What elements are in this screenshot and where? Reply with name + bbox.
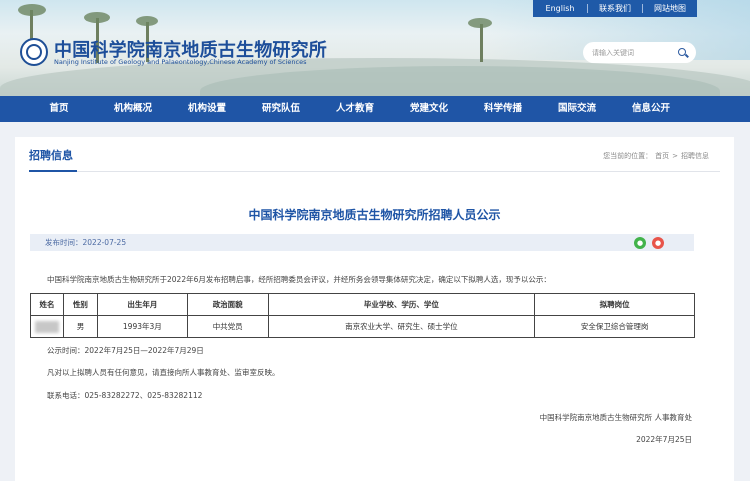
header-gender: 性别 [62,293,98,316]
search-input[interactable] [592,48,676,57]
cell-gender: 男 [62,315,98,338]
sign-date: 2022年7月25日 [636,435,692,444]
nav-item-structure[interactable]: 机构设置 [170,96,244,122]
nav-item-disclosure[interactable]: 信息公开 [614,96,688,122]
weibo-share-icon[interactable]: ● [652,237,664,249]
table-header-row: 姓名 性别 出生年月 政治面貌 毕业学校、学历、学位 拟聘岗位 [30,293,695,316]
cell-politics: 中共党员 [186,315,269,338]
publish-date: 发布时间：2022-07-25 [45,238,127,247]
nav-item-party[interactable]: 党建文化 [392,96,466,122]
header-birth: 出生年月 [96,293,188,316]
nav-item-outreach[interactable]: 科学传播 [466,96,540,122]
section-title: 招聘信息 [29,149,73,162]
contact-us-link[interactable]: 联系我们 [588,0,642,17]
intro-paragraph: 中国科学院南京地质古生物研究所于2022年6月发布招聘启事，经所招聘委员会评议，… [47,275,551,284]
nav-item-education[interactable]: 人才教育 [318,96,392,122]
cell-education: 南京农业大学、研究生、硕士学位 [267,315,536,338]
banner-frond [136,16,158,26]
notice-paragraph: 凡对以上拟聘人员有任何意见，请直接向所人事教育处、监审室反映。 [47,368,280,377]
table-row: 男 1993年3月 中共党员 南京农业大学、研究生、硕士学位 安全保卫综合管理岗 [30,315,695,338]
banner-frond [84,12,110,23]
sitemap-link[interactable]: 网站地图 [643,0,697,17]
breadcrumb: 您当前的位置： 首页 > 招聘信息 [600,151,709,161]
contact-paragraph: 联系电话：025-83282272、025-83282112 [47,391,203,400]
search-icon[interactable] [676,46,690,60]
header-politics: 政治面貌 [186,293,269,316]
cell-birth: 1993年3月 [96,315,188,338]
cell-position: 安全保卫综合管理岗 [534,315,695,338]
breadcrumb-home[interactable]: 首页 [655,152,669,160]
wechat-share-icon[interactable]: ● [634,237,646,249]
site-subtitle: Nanjing Institute of Geology and Palaeon… [54,58,307,66]
english-link[interactable]: English [533,0,587,17]
candidate-table: 姓名 性别 出生年月 政治面貌 毕业学校、学历、学位 拟聘岗位 男 1993年3… [30,293,695,338]
nav-item-home[interactable]: 首页 [22,96,96,122]
section-title-underline [29,170,77,172]
period-paragraph: 公示时间：2022年7月25日—2022年7月29日 [47,346,204,355]
signature: 中国科学院南京地质古生物研究所 人事教育处 [539,413,692,422]
nav-item-overview[interactable]: 机构概况 [96,96,170,122]
header-education: 毕业学校、学历、学位 [267,293,536,316]
main-nav: 首页 机构概况 机构设置 研究队伍 人才教育 党建文化 科学传播 国际交流 信息… [0,96,750,122]
header-name: 姓名 [30,293,64,316]
header-position: 拟聘岗位 [534,293,695,316]
banner-frond [18,4,46,16]
section-divider [29,171,720,172]
logo-emblem [26,44,42,60]
redacted-name [34,320,59,333]
nav-item-international[interactable]: 国际交流 [540,96,614,122]
institute-logo[interactable] [20,38,48,66]
banner-tree [480,24,483,62]
breadcrumb-prefix: 您当前的位置： [603,152,653,160]
cell-name [30,315,64,338]
search-box [583,42,696,63]
nav-item-research-team[interactable]: 研究队伍 [244,96,318,122]
top-links-bar: English 联系我们 网站地图 [533,0,697,17]
content-panel: 招聘信息 您当前的位置： 首页 > 招聘信息 中国科学院南京地质古生物研究所招聘人员公… [15,137,734,481]
breadcrumb-current[interactable]: 招聘信息 [681,152,709,160]
article-info-bar: 发布时间：2022-07-25 ● ● [30,234,694,251]
banner-frond [468,18,492,28]
breadcrumb-separator: > [672,152,678,160]
article-title: 中国科学院南京地质古生物研究所招聘人员公示 [248,208,501,222]
